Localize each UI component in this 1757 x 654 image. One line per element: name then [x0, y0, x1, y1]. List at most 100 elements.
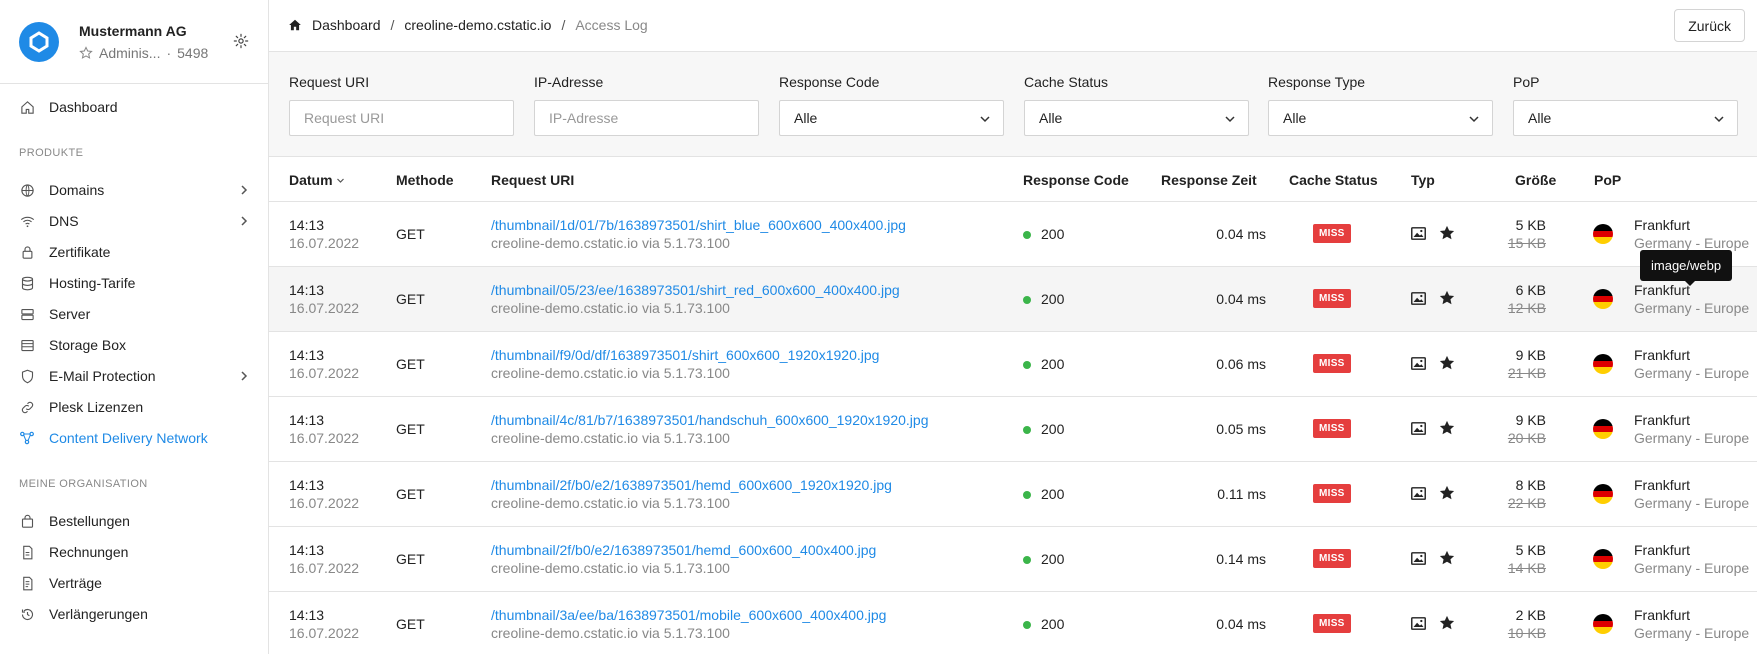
network-icon [19, 430, 35, 446]
row-size: 5 KB [1515, 542, 1546, 558]
row-response-time: 0.04 ms [1216, 616, 1266, 632]
ip-address-input[interactable] [534, 100, 759, 136]
star-outline-icon[interactable] [79, 46, 93, 60]
row-host: creoline-demo.cstatic.io via 5.1.73.100 [491, 560, 730, 576]
row-host: creoline-demo.cstatic.io via 5.1.73.100 [491, 365, 730, 381]
org-id: 5498 [177, 45, 209, 61]
nav-item-hosting[interactable]: Hosting-Tarife [0, 268, 268, 298]
sidebar: Mustermann AG Adminis... · 5498 Dashboar… [0, 0, 269, 654]
column-header-date[interactable]: Datum [289, 172, 345, 188]
breadcrumb-dashboard[interactable]: Dashboard [312, 17, 381, 33]
response-type-select[interactable]: Alle [1268, 100, 1493, 136]
nav-item-dns[interactable]: DNS [0, 206, 268, 236]
column-header-size: Größe [1515, 172, 1557, 188]
row-pop-city: Frankfurt [1634, 412, 1691, 428]
back-button[interactable]: Zurück [1674, 9, 1745, 42]
table-row[interactable]: 14:13 16.07.2022 GET/thumbnail/05/23/ee/16… [269, 267, 1757, 332]
nav-item-invoices[interactable]: Rechnungen [0, 537, 268, 567]
nav-label: Dashboard [49, 99, 118, 115]
row-request-uri-link[interactable]: /thumbnail/f9/0d/df/1638973501/shirt_600… [491, 347, 879, 363]
status-dot-icon [1023, 296, 1031, 305]
image-icon[interactable] [1410, 355, 1427, 372]
row-date: 16.07.2022 [289, 625, 360, 641]
row-request-uri-link[interactable]: /thumbnail/1d/01/7b/1638973501/shirt_blu… [491, 217, 906, 233]
nav-label: Zertifikate [49, 244, 111, 260]
nav-item-certificates[interactable]: Zertifikate [0, 237, 268, 267]
nav-item-cdn[interactable]: Content Delivery Network [0, 423, 268, 453]
pop-select[interactable]: Alle [1513, 100, 1738, 136]
filter-bar: Request URI IP-Adresse Response Code All… [269, 52, 1757, 157]
org-switcher[interactable]: Mustermann AG Adminis... · 5498 [0, 0, 268, 84]
row-original-size: 15 KB [1507, 235, 1546, 251]
row-request-uri-link[interactable]: /thumbnail/2f/b0/e2/1638973501/hemd_600x… [491, 477, 892, 493]
table-row[interactable]: 14:13 16.07.2022 GET/thumbnail/4c/81/b7/16… [269, 397, 1757, 462]
filter-label: Cache Status [1024, 74, 1109, 90]
cache-status-select[interactable]: Alle [1024, 100, 1249, 136]
row-size: 2 KB [1515, 607, 1546, 623]
star-icon[interactable] [1438, 484, 1456, 502]
star-icon[interactable] [1438, 224, 1456, 242]
germany-flag-icon [1593, 419, 1613, 439]
row-time: 14:13 [289, 412, 325, 428]
nav-item-storage[interactable]: Storage Box [0, 330, 268, 360]
row-request-uri-link[interactable]: /thumbnail/05/23/ee/1638973501/shirt_red… [491, 282, 900, 298]
table-row[interactable]: 14:13 16.07.2022 GET/thumbnail/1d/01/7b/16… [269, 202, 1757, 267]
nav-item-dashboard[interactable]: Dashboard [0, 92, 268, 122]
star-icon[interactable] [1438, 614, 1456, 632]
star-icon[interactable] [1438, 419, 1456, 437]
org-name: Mustermann AG [79, 23, 187, 39]
table-row[interactable]: 14:13 16.07.2022 GET/thumbnail/3a/ee/ba/16… [269, 592, 1757, 654]
row-time: 14:13 [289, 607, 325, 623]
nav-item-orders[interactable]: Bestellungen [0, 506, 268, 536]
row-pop-city: Frankfurt [1634, 542, 1691, 558]
germany-flag-icon [1593, 354, 1613, 374]
chevron-right-icon [241, 371, 248, 381]
image-icon[interactable] [1410, 225, 1427, 242]
status-dot-icon [1023, 231, 1031, 240]
gear-icon[interactable] [233, 33, 249, 49]
filter-request-uri: Request URI [289, 74, 514, 136]
nav-item-server[interactable]: Server [0, 299, 268, 329]
row-pop-region: Germany - Europe [1634, 300, 1750, 316]
row-time: 14:13 [289, 347, 325, 363]
row-response-time: 0.11 ms [1217, 486, 1266, 502]
status-dot-icon [1023, 491, 1031, 500]
row-request-uri-link[interactable]: /thumbnail/4c/81/b7/1638973501/handschuh… [491, 412, 929, 428]
nav-item-domains[interactable]: Domains [0, 175, 268, 205]
image-icon[interactable] [1410, 420, 1427, 437]
image-icon[interactable] [1410, 615, 1427, 632]
topbar: Dashboard / creoline-demo.cstatic.io / A… [269, 0, 1757, 52]
row-request-uri-link[interactable]: /thumbnail/3a/ee/ba/1638973501/mobile_60… [491, 607, 886, 623]
breadcrumb-domain[interactable]: creoline-demo.cstatic.io [404, 17, 551, 33]
germany-flag-icon [1593, 614, 1613, 634]
row-response-time: 0.05 ms [1216, 421, 1266, 437]
nav-item-plesk[interactable]: Plesk Lizenzen [0, 392, 268, 422]
table-row[interactable]: 14:13 16.07.2022 GET/thumbnail/2f/b0/e2/16… [269, 462, 1757, 527]
image-icon[interactable] [1410, 485, 1427, 502]
table-row[interactable]: 14:13 16.07.2022 GET/thumbnail/f9/0d/df/16… [269, 332, 1757, 397]
nav-item-contracts[interactable]: Verträge [0, 568, 268, 598]
table-row[interactable]: 14:13 16.07.2022 GET/thumbnail/2f/b0/e2/16… [269, 527, 1757, 592]
image-icon[interactable] [1410, 290, 1427, 307]
cache-status-badge: MISS [1313, 549, 1351, 568]
nav-item-email[interactable]: E-Mail Protection [0, 361, 268, 391]
row-request-uri-link[interactable]: /thumbnail/2f/b0/e2/1638973501/hemd_600x… [491, 542, 876, 558]
row-size: 6 KB [1515, 282, 1546, 298]
home-icon [19, 99, 35, 115]
nav-label: Storage Box [49, 337, 127, 353]
nav-label: Bestellungen [49, 513, 130, 529]
server-icon [19, 306, 35, 322]
filter-ip: IP-Adresse [534, 74, 759, 136]
home-icon[interactable] [288, 18, 302, 32]
star-icon[interactable] [1438, 549, 1456, 567]
response-code-select[interactable]: Alle [779, 100, 1004, 136]
star-icon[interactable] [1438, 289, 1456, 307]
image-icon[interactable] [1410, 550, 1427, 567]
nav-item-renewals[interactable]: Verlängerungen [0, 599, 268, 629]
request-uri-input[interactable] [289, 100, 514, 136]
chevron-down-icon [1714, 116, 1724, 123]
row-time: 14:13 [289, 542, 325, 558]
star-icon[interactable] [1438, 354, 1456, 372]
row-date: 16.07.2022 [289, 235, 360, 251]
row-method: GET [396, 226, 425, 242]
